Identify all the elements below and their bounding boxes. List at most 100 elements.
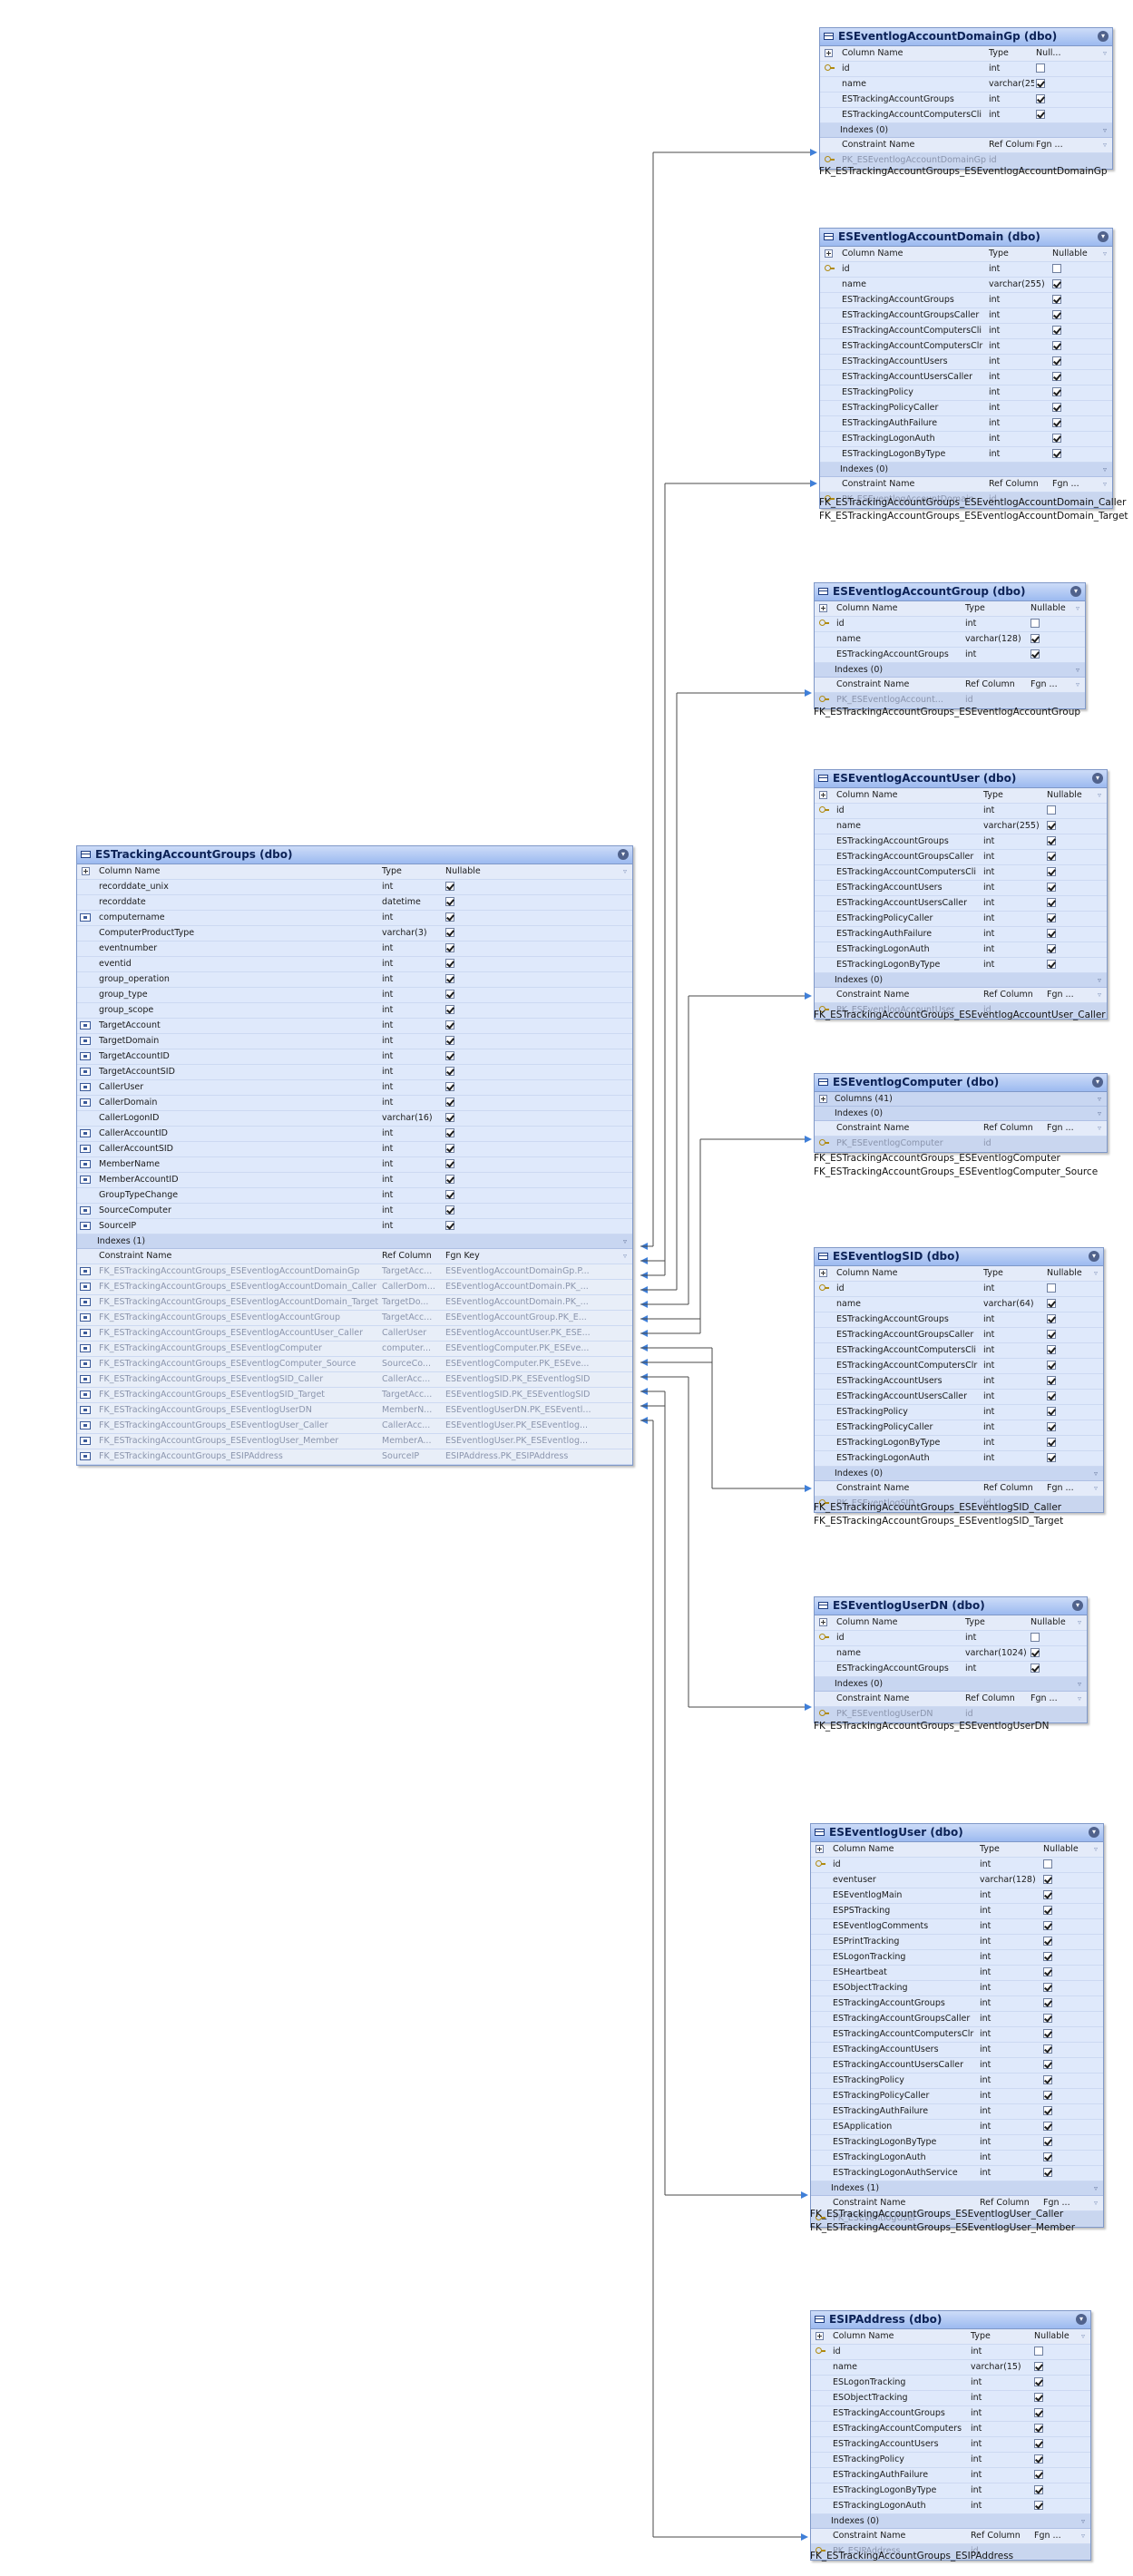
nullable-checkbox[interactable] <box>1043 2106 1052 2115</box>
nullable-checkbox[interactable] <box>1052 356 1061 366</box>
constraint-row[interactable]: FK_ESTrackingAccountGroups_ESEventlogAcc… <box>77 1295 632 1311</box>
constraint-row[interactable]: FK_ESTrackingAccountGroups_ESEventlogAcc… <box>77 1264 632 1280</box>
column-row[interactable]: ESEventlogMain int <box>811 1888 1103 1904</box>
nullable-checkbox[interactable] <box>1043 1937 1052 1946</box>
column-row[interactable]: ESTrackingPolicyCaller int <box>815 912 1107 927</box>
expand-icon[interactable] <box>819 791 827 799</box>
column-row[interactable]: ESTrackingPolicy int <box>811 2453 1090 2468</box>
nullable-checkbox[interactable] <box>1043 2152 1052 2161</box>
collapse-icon[interactable]: ▾ <box>618 849 629 860</box>
filter-icon[interactable]: ▿ <box>1081 2529 1085 2543</box>
nullable-checkbox[interactable] <box>1043 1906 1052 1915</box>
column-row[interactable]: group_operation int <box>77 972 632 988</box>
expand-icon[interactable] <box>816 2332 824 2340</box>
table-domaingp[interactable]: ESEventlogAccountDomainGp (dbo) ▾ Column N… <box>819 27 1113 170</box>
column-row[interactable]: TargetDomain int <box>77 1034 632 1049</box>
nullable-checkbox[interactable] <box>445 990 454 999</box>
column-row[interactable]: ESTrackingAccountComputersCli int <box>820 108 1112 123</box>
nullable-checkbox[interactable] <box>445 943 454 952</box>
nullable-checkbox[interactable] <box>445 912 454 922</box>
column-row[interactable]: SourceIP int <box>77 1219 632 1234</box>
nullable-checkbox[interactable] <box>1047 867 1056 876</box>
constraint-row[interactable]: FK_ESTrackingAccountGroups_ESEventlogAcc… <box>77 1326 632 1342</box>
column-row[interactable]: ESTrackingLogonAuth int <box>815 1451 1103 1467</box>
column-row[interactable]: ESTrackingAccountUsers int <box>811 2437 1090 2453</box>
column-row[interactable]: ESTrackingAccountUsers int <box>811 2043 1103 2058</box>
nullable-checkbox[interactable] <box>1036 110 1045 119</box>
nullable-checkbox[interactable] <box>1030 1648 1040 1657</box>
expand-icon[interactable] <box>819 1269 827 1277</box>
nullable-checkbox[interactable] <box>1043 1921 1052 1930</box>
column-row[interactable]: CallerAccountID int <box>77 1127 632 1142</box>
table-title-bar[interactable]: ESEventlogAccountUser (dbo) ▾ <box>815 770 1107 788</box>
nullable-checkbox[interactable] <box>1043 1875 1052 1884</box>
nullable-checkbox[interactable] <box>445 1067 454 1076</box>
nullable-checkbox[interactable] <box>445 1036 454 1045</box>
nullable-checkbox[interactable] <box>1043 1967 1052 1976</box>
table-title-bar[interactable]: ESEventlogAccountDomain (dbo) ▾ <box>820 229 1112 247</box>
filter-icon[interactable]: ▿ <box>1076 601 1079 616</box>
nullable-checkbox[interactable] <box>445 1144 454 1153</box>
column-row[interactable]: ESObjectTracking int <box>811 1981 1103 1996</box>
table-main[interactable]: ESTrackingAccountGroups (dbo) ▾ Column Nam… <box>76 845 633 1466</box>
column-row[interactable]: ESTrackingAccountGroups int <box>820 93 1112 108</box>
collapse-icon[interactable]: ▾ <box>1070 586 1081 597</box>
column-row[interactable]: id int <box>811 2345 1090 2360</box>
indexes-section[interactable]: Indexes (0) ▿ <box>815 1467 1103 1481</box>
nullable-checkbox[interactable] <box>1036 79 1045 88</box>
column-row[interactable]: ESTrackingAccountGroups int <box>820 293 1112 308</box>
column-row[interactable]: ESTrackingAuthFailure int <box>811 2468 1090 2483</box>
collapse-icon[interactable]: ▾ <box>1098 231 1109 242</box>
nullable-checkbox[interactable] <box>1047 1314 1056 1323</box>
indexes-section[interactable]: Indexes (0) ▿ <box>815 663 1085 678</box>
constraint-row[interactable]: FK_ESTrackingAccountGroups_ESEventlogCom… <box>77 1357 632 1372</box>
column-row[interactable]: ESTrackingAccountUsersCaller int <box>815 1390 1103 1405</box>
column-row[interactable]: ESApplication int <box>811 2120 1103 2135</box>
column-row[interactable]: ESTrackingAccountGroups int <box>811 1996 1103 2012</box>
filter-icon[interactable]: ▿ <box>1103 247 1107 261</box>
filter-icon[interactable]: ▿ <box>1094 1842 1098 1857</box>
nullable-checkbox[interactable] <box>1047 1407 1056 1416</box>
column-row[interactable]: id int <box>820 262 1112 278</box>
nullable-checkbox[interactable] <box>1047 1299 1056 1308</box>
table-euser[interactable]: ESEventlogUser (dbo) ▾ Column Name Type Null… <box>810 1823 1104 2228</box>
nullable-checkbox[interactable] <box>1034 2485 1043 2494</box>
table-group[interactable]: ESEventlogAccountGroup (dbo) ▾ Column Name… <box>814 582 1086 709</box>
nullable-checkbox[interactable] <box>1034 2393 1043 2402</box>
filter-icon[interactable]: ▿ <box>1103 477 1107 492</box>
nullable-checkbox[interactable] <box>1047 1453 1056 1462</box>
nullable-checkbox[interactable] <box>1043 2075 1052 2084</box>
filter-icon[interactable]: ▿ <box>1081 2329 1085 2344</box>
column-row[interactable]: ESTrackingPolicy int <box>811 2073 1103 2089</box>
column-row[interactable]: ESTrackingAccountUsersCaller int <box>815 896 1107 912</box>
column-row[interactable]: ESObjectTracking int <box>811 2391 1090 2406</box>
column-row[interactable]: ESTrackingLogonAuth int <box>811 2151 1103 2166</box>
column-row[interactable]: ESTrackingAccountGroupsCaller int <box>815 1328 1103 1343</box>
column-row[interactable]: MemberAccountID int <box>77 1173 632 1188</box>
table-domain[interactable]: ESEventlogAccountDomain (dbo) ▾ Column Nam… <box>819 228 1113 509</box>
nullable-checkbox[interactable] <box>445 1005 454 1014</box>
column-row[interactable]: ESTrackingAccountGroupsCaller int <box>811 2012 1103 2027</box>
collapse-icon[interactable]: ▾ <box>1076 2314 1087 2325</box>
column-row[interactable]: ESTrackingAccountGroups int <box>815 648 1085 663</box>
nullable-checkbox[interactable] <box>1047 960 1056 969</box>
columns-section-collapsed[interactable]: Columns (41) ▿ <box>815 1092 1107 1107</box>
table-title-bar[interactable]: ESTrackingAccountGroups (dbo) ▾ <box>77 846 632 864</box>
column-row[interactable]: ESTrackingPolicy int <box>815 1405 1103 1420</box>
table-title-bar[interactable]: ESEventlogAccountDomainGp (dbo) ▾ <box>820 28 1112 46</box>
column-row[interactable]: ESTrackingAuthFailure int <box>820 416 1112 432</box>
column-row[interactable]: ESTrackingLogonByType int <box>811 2483 1090 2499</box>
nullable-checkbox[interactable] <box>1043 2137 1052 2146</box>
nullable-checkbox[interactable] <box>1047 1283 1056 1293</box>
collapse-icon[interactable]: ▾ <box>1092 773 1103 784</box>
column-row[interactable]: TargetAccountSID int <box>77 1065 632 1080</box>
table-sid[interactable]: ESEventlogSID (dbo) ▾ Column Name Type Nulla… <box>814 1247 1104 1513</box>
column-row[interactable]: ESEventlogComments int <box>811 1919 1103 1935</box>
column-row[interactable]: ESTrackingLogonByType int <box>820 447 1112 463</box>
column-row[interactable]: ESTrackingAccountGroupsCaller int <box>815 850 1107 865</box>
column-row[interactable]: id int <box>815 804 1107 819</box>
filter-icon[interactable]: ▿ <box>1094 1481 1098 1496</box>
nullable-checkbox[interactable] <box>1034 2377 1043 2386</box>
nullable-checkbox[interactable] <box>445 1190 454 1199</box>
nullable-checkbox[interactable] <box>1034 2362 1043 2371</box>
